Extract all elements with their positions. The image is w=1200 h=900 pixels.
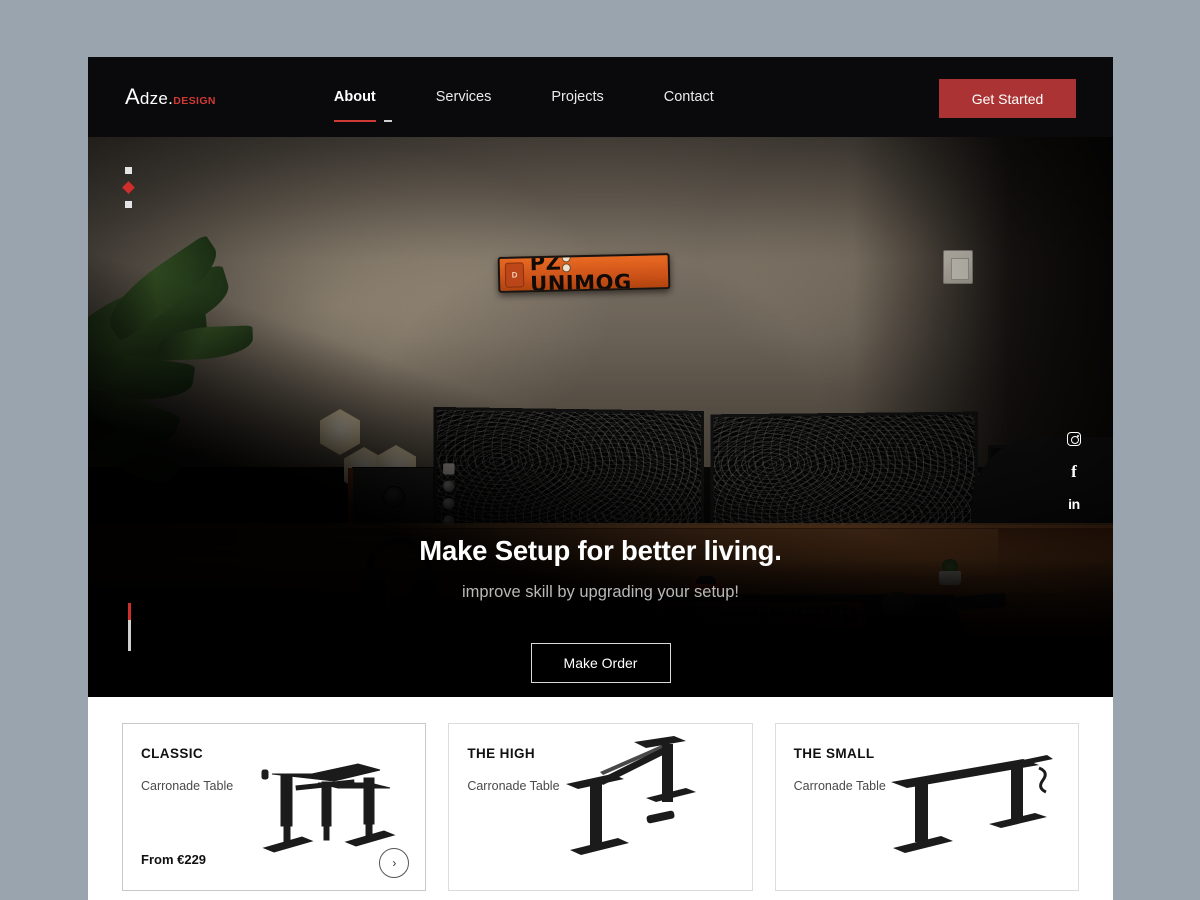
desk-frame-corner-image xyxy=(261,763,396,853)
hero-section: D PZUNIMOG xyxy=(88,137,1113,697)
product-card-classic[interactable]: CLASSIC Carronade Table From €229 › xyxy=(122,723,427,891)
nav-label-services: Services xyxy=(435,89,492,105)
hero-slider-dots xyxy=(122,167,135,208)
product-cards: CLASSIC Carronade Table From €229 › THE … xyxy=(88,697,1113,891)
product-card-the-small[interactable]: THE SMALL Carronade Table xyxy=(774,723,1079,891)
slider-dot-2-active[interactable] xyxy=(122,181,135,194)
logo-text-design: DESIGN xyxy=(173,94,216,107)
product-card-the-high[interactable]: THE HIGH Carronade Table xyxy=(448,723,753,891)
logo-text-dze: dze. xyxy=(139,88,174,108)
website-page: A dze. DESIGN About Services Projects Co… xyxy=(88,57,1113,900)
desk-frame-high-image xyxy=(565,736,696,855)
nav-item-services[interactable]: Services xyxy=(406,89,522,105)
social-links: f in xyxy=(1067,432,1081,511)
nav-item-about[interactable]: About xyxy=(304,89,406,122)
hero-copy: Make Setup for better living. improve sk… xyxy=(88,535,1113,683)
slider-dot-3[interactable] xyxy=(125,201,132,208)
hero-subheadline: improve skill by upgrading your setup! xyxy=(462,583,739,601)
facebook-icon[interactable]: f xyxy=(1071,463,1077,480)
get-started-button[interactable]: Get Started xyxy=(939,79,1076,118)
desk-frame-small-image xyxy=(890,755,1053,853)
site-logo[interactable]: A dze. DESIGN xyxy=(125,83,216,109)
nav-label-projects: Projects xyxy=(551,89,604,105)
linkedin-icon[interactable]: in xyxy=(1068,497,1080,511)
make-order-button[interactable]: Make Order xyxy=(530,643,671,683)
nav-item-projects[interactable]: Projects xyxy=(521,89,633,105)
product-price: From €229 xyxy=(141,852,207,867)
nav-label-about: About xyxy=(333,89,376,105)
nav-item-contact[interactable]: Contact xyxy=(634,89,744,105)
nav-links: About Services Projects Contact xyxy=(304,89,744,122)
nav-active-underline xyxy=(333,120,376,122)
nav-active-dash xyxy=(383,120,392,122)
nav-label-contact: Contact xyxy=(663,89,714,105)
instagram-icon[interactable] xyxy=(1067,432,1081,446)
logo-letter-a: A xyxy=(125,83,140,109)
slider-dot-1[interactable] xyxy=(125,167,132,174)
top-navigation-bar: A dze. DESIGN About Services Projects Co… xyxy=(88,57,1113,137)
hero-headline: Make Setup for better living. xyxy=(419,535,782,566)
